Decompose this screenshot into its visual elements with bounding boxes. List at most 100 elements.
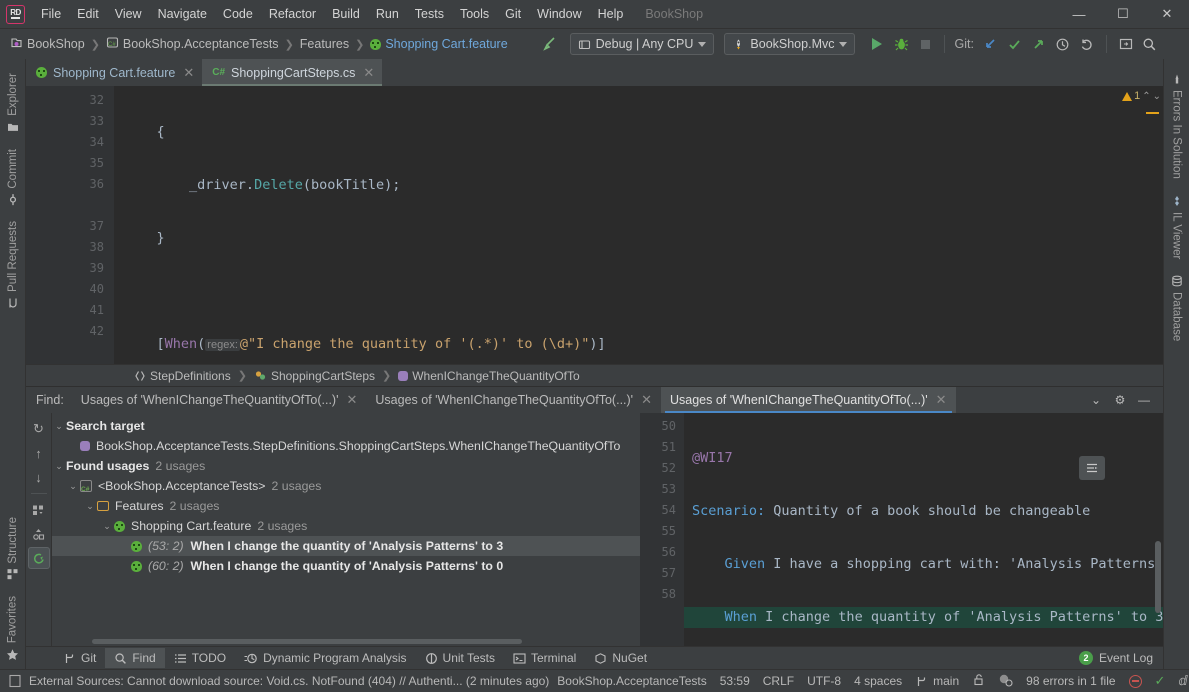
run-configuration-selector[interactable]: Debug | Any CPU (569, 33, 715, 55)
breadcrumb-folder[interactable]: Features (296, 35, 353, 53)
startup-project-selector[interactable]: BookShop.Mvc (724, 33, 856, 55)
inspection-widget[interactable]: 1 ⌃ ⌄ (1122, 90, 1161, 102)
git-update-button[interactable] (979, 32, 1003, 56)
preview-code[interactable]: @WI17 Scenario: Quantity of a book shoul… (684, 413, 1163, 646)
sidebar-item-commit[interactable]: Commit (7, 141, 19, 214)
debug-button[interactable] (889, 32, 913, 56)
breadcrumb-class[interactable]: ShoppingCartSteps (254, 369, 375, 383)
error-circle-icon[interactable] (1128, 674, 1142, 688)
status-message[interactable]: External Sources: Cannot download source… (29, 674, 549, 688)
git-branch-widget[interactable]: main (915, 674, 959, 688)
sidebar-item-explorer[interactable]: Explorer (7, 65, 19, 141)
menu-refactor[interactable]: Refactor (261, 4, 324, 24)
menu-edit[interactable]: Edit (69, 4, 107, 24)
breadcrumb-project[interactable]: C# BookShop.AcceptanceTests (102, 34, 283, 54)
minimize-icon[interactable]: — (1133, 389, 1155, 411)
tab-shopping-cart-feature[interactable]: Shopping Cart.feature ✕ (26, 59, 203, 86)
tree-row-feature-file[interactable]: ⌄ Shopping Cart.feature 2 usages (52, 516, 640, 536)
menu-run[interactable]: Run (368, 4, 407, 24)
file-encoding[interactable]: UTF-8 (807, 674, 841, 688)
errors-count[interactable]: 98 errors in 1 file (1026, 674, 1115, 688)
code-editor[interactable]: 32 33 34– 35 36 37– 38 39 40 41 42 43– 4… (26, 86, 1163, 364)
menu-build[interactable]: Build (324, 4, 368, 24)
find-tab-3[interactable]: Usages of 'WhenIChangeTheQuantityOfTo(..… (660, 387, 956, 413)
event-log-area[interactable]: 2 Event Log (1078, 651, 1163, 665)
minimize-button[interactable]: — (1057, 0, 1101, 29)
git-commit-button[interactable] (1003, 32, 1027, 56)
tree-row-usage-1[interactable]: (53: 2) When I change the quantity of 'A… (52, 536, 640, 556)
next-problem-icon[interactable]: ⌄ (1153, 91, 1161, 102)
breadcrumb-method[interactable]: WhenIChangeTheQuantityOfTo (398, 369, 580, 383)
find-tab-2[interactable]: Usages of 'WhenIChangeTheQuantityOfTo(..… (366, 387, 661, 413)
tab-shopping-cart-steps-cs[interactable]: C# ShoppingCartSteps.cs ✕ (202, 59, 383, 86)
breadcrumb-namespace[interactable]: StepDefinitions (134, 369, 231, 383)
menu-file[interactable]: File (33, 4, 69, 24)
menu-tests[interactable]: Tests (407, 4, 452, 24)
code-text[interactable]: { _driver.Delete(bookTitle); } [When(reg… (114, 86, 1135, 364)
line-separator[interactable]: CRLF (763, 674, 794, 688)
group-by-icon[interactable] (28, 499, 50, 521)
tool-window-git[interactable]: Git (54, 648, 105, 668)
indent-setting[interactable]: 4 spaces (854, 674, 902, 688)
expand-arrow-icon[interactable]: ⌄ (100, 521, 114, 532)
menu-tools[interactable]: Tools (452, 4, 497, 24)
settings-gear-icon[interactable]: ⚙ (1109, 389, 1131, 411)
hide-window-button[interactable] (1114, 32, 1138, 56)
status-project[interactable]: BookShop.AcceptanceTests (557, 674, 706, 688)
check-green-icon[interactable]: ✓ (1155, 673, 1166, 689)
sidebar-item-database[interactable]: Database (1171, 267, 1183, 349)
find-tab-close-icon[interactable]: ✕ (641, 392, 652, 408)
close-button[interactable]: ✕ (1145, 0, 1189, 29)
tree-row-target-method[interactable]: BookShop.AcceptanceTests.StepDefinitions… (52, 436, 640, 456)
tree-horizontal-scrollbar[interactable] (92, 639, 522, 644)
breadcrumb-solution[interactable]: BookShop (6, 34, 89, 54)
read-only-toggle[interactable] (972, 673, 985, 689)
sort-icon[interactable] (28, 523, 50, 545)
expand-arrow-icon[interactable]: ⌄ (83, 501, 97, 512)
tab-close-icon[interactable]: ✕ (363, 65, 374, 81)
inspections-widget[interactable] (998, 673, 1013, 690)
git-history-button[interactable] (1051, 32, 1075, 56)
tree-row-project[interactable]: ⌄ <BookShop.AcceptanceTests> 2 usages (52, 476, 640, 496)
search-everywhere-button[interactable] (1138, 32, 1162, 56)
tab-close-icon[interactable]: ✕ (183, 65, 194, 81)
align-icon[interactable] (1079, 456, 1105, 480)
warning-marker[interactable] (1146, 112, 1159, 114)
find-results-tree[interactable]: ⌄ Search target BookShop.AcceptanceTests… (52, 413, 640, 646)
editor-gutter[interactable]: 32 33 34– 35 36 37– 38 39 40 41 42 43– 4… (26, 86, 132, 364)
stop-button[interactable] (913, 32, 937, 56)
next-occurrence-icon[interactable]: ↓ (28, 466, 50, 488)
menu-window[interactable]: Window (529, 4, 589, 24)
autoscroll-to-source-icon[interactable] (27, 547, 50, 569)
editor-markup-gutter[interactable]: 1 ⌃ ⌄ (1122, 86, 1163, 364)
preview-vertical-scrollbar[interactable] (1155, 541, 1161, 613)
expand-arrow-icon[interactable]: ⌄ (52, 421, 66, 432)
run-button[interactable] (865, 32, 889, 56)
tree-row-found-usages[interactable]: ⌄ Found usages 2 usages (52, 456, 640, 476)
menu-code[interactable]: Code (215, 4, 261, 24)
tool-window-terminal[interactable]: Terminal (504, 648, 585, 668)
sidebar-item-errors-in-solution[interactable]: Errors In Solution (1171, 65, 1183, 187)
sidebar-item-favorites[interactable]: Favorites (6, 588, 19, 669)
chevron-down-icon[interactable]: ⌄ (1085, 389, 1107, 411)
git-rollback-button[interactable] (1075, 32, 1099, 56)
prev-problem-icon[interactable]: ⌃ (1142, 91, 1150, 102)
caret-position[interactable]: 53:59 (720, 674, 750, 688)
previous-occurrence-icon[interactable]: ↑ (28, 442, 50, 464)
tool-window-find[interactable]: Find (105, 648, 165, 668)
expand-arrow-icon[interactable]: ⌄ (66, 481, 80, 492)
tree-row-usage-2[interactable]: (60: 2) When I change the quantity of 'A… (52, 556, 640, 576)
find-preview-pane[interactable]: 50 51 52 53 54 55 56 57 58 @WI17 Scenari… (640, 413, 1163, 646)
find-tab-1[interactable]: Usages of 'WhenIChangeTheQuantityOfTo(..… (72, 387, 367, 413)
maximize-button[interactable]: ☐ (1101, 0, 1145, 29)
menu-help[interactable]: Help (590, 4, 632, 24)
tree-row-folder[interactable]: ⌄ Features 2 usages (52, 496, 640, 516)
git-push-button[interactable] (1027, 32, 1051, 56)
tool-window-unit-tests[interactable]: Unit Tests (416, 648, 504, 668)
menu-view[interactable]: View (107, 4, 150, 24)
find-tab-close-icon[interactable]: ✕ (936, 392, 947, 408)
sidebar-item-structure[interactable]: Structure (7, 509, 19, 588)
sidebar-item-pull-requests[interactable]: Pull Requests (7, 213, 19, 317)
breadcrumb-file[interactable]: Shopping Cart.feature (366, 35, 511, 53)
tool-window-todo[interactable]: TODO (165, 648, 235, 668)
